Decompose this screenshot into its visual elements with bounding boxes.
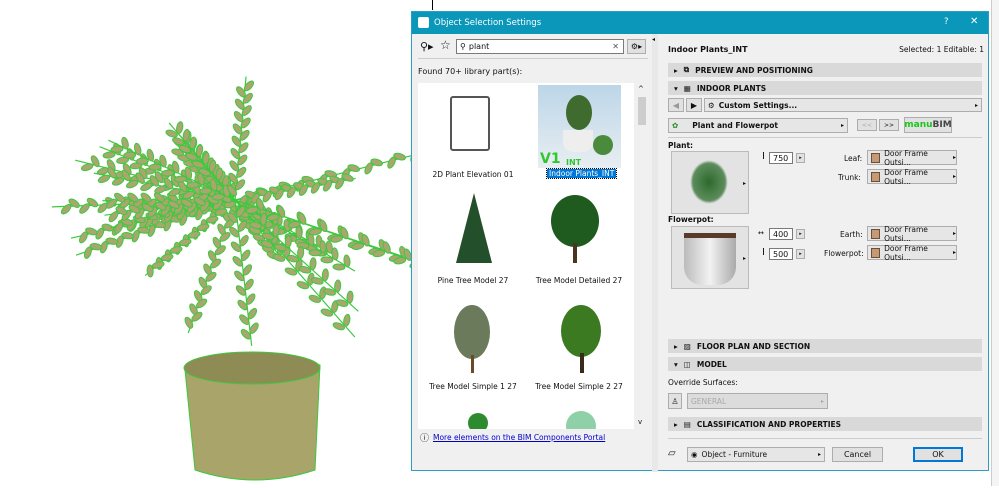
library-item-label-selected[interactable]: Indoor Plants_INT bbox=[545, 168, 618, 179]
plant-height-input[interactable]: 750 bbox=[769, 152, 793, 164]
flowerpot-label: Flowerpot: bbox=[668, 215, 714, 224]
simple-tree-1-thumbnail[interactable] bbox=[454, 305, 490, 359]
section-indoor-plants[interactable]: ▾ ▦ INDOOR PLANTS bbox=[668, 81, 982, 95]
object-selection-dialog: Object Selection Settings ? ✕ ⚲▸ ☆ ⚲ pla… bbox=[411, 11, 989, 472]
preview-icon: ⧉ bbox=[683, 65, 690, 74]
side-toolbar[interactable] bbox=[991, 0, 999, 486]
search-icon: ⚲ bbox=[460, 42, 466, 51]
search-input[interactable]: ⚲ plant ✕ bbox=[456, 39, 624, 54]
cancel-button[interactable]: Cancel bbox=[832, 447, 883, 462]
height-icon: I bbox=[762, 247, 765, 258]
close-button[interactable]: ✕ bbox=[970, 16, 978, 27]
cursor-line bbox=[432, 0, 433, 10]
info-icon: ⓘ bbox=[420, 434, 430, 444]
section-model[interactable]: ▾ ◫ MODEL bbox=[668, 357, 982, 371]
forward-button[interactable]: ▶ bbox=[686, 98, 702, 112]
trunk-surface-dropdown[interactable]: Door Frame Outsi... ▸ bbox=[867, 168, 957, 186]
trunk-label: Trunk: bbox=[838, 173, 861, 182]
favorites-star-icon[interactable]: ☆ bbox=[440, 38, 451, 52]
section-preview-positioning[interactable]: ▸ ⧉ PREVIEW AND POSITIONING bbox=[668, 63, 982, 77]
version-badge: V1 bbox=[540, 151, 561, 167]
page-dropdown[interactable]: ✿ Plant and Flowerpot ▸ bbox=[668, 118, 848, 133]
override-toggle-button[interactable]: ♙ bbox=[668, 393, 682, 409]
flowerpot-surface-dropdown[interactable]: Door Frame Outsi... ▸ bbox=[867, 244, 957, 262]
selection-info: Selected: 1 Editable: 1 bbox=[899, 45, 984, 54]
prev-page-button[interactable]: << bbox=[857, 119, 877, 131]
earth-label: Earth: bbox=[840, 230, 863, 239]
indoor-plants-thumbnail[interactable]: V1 INT bbox=[538, 85, 621, 168]
leaf-surface-dropdown[interactable]: Door Frame Outsi... ▸ bbox=[867, 149, 957, 167]
section-floor-plan[interactable]: ▸ ▨ FLOOR PLAN AND SECTION bbox=[668, 339, 982, 353]
pot-width-input[interactable]: 400 bbox=[769, 228, 793, 240]
settings-gear-button[interactable]: ⚙▸ bbox=[627, 39, 646, 54]
leaf-label: Leaf: bbox=[844, 154, 863, 163]
plant-height-menu[interactable]: ▸ bbox=[796, 153, 805, 163]
clear-search-icon[interactable]: ✕ bbox=[612, 42, 619, 51]
library-scrollbar[interactable]: ^ v bbox=[636, 83, 648, 429]
plant-icon: ✿ bbox=[672, 121, 679, 130]
pine-tree-thumbnail[interactable] bbox=[456, 193, 492, 263]
back-button[interactable]: ◀ bbox=[668, 98, 684, 112]
library-item-label[interactable]: Tree Model Simple 1 27 bbox=[418, 382, 528, 391]
library-grid[interactable]: V1 INT 2D Plant Elevation 01 Indoor Plan… bbox=[418, 83, 634, 429]
layer-icon: ▱ bbox=[668, 448, 676, 459]
object-params-icon: ▦ bbox=[683, 83, 691, 93]
next-page-button[interactable]: >> bbox=[879, 119, 899, 131]
flowerpot-preview[interactable]: ▸ bbox=[671, 226, 749, 289]
layer-dropdown[interactable]: ◉ Object - Furniture ▸ bbox=[687, 447, 825, 462]
pane-splitter[interactable]: ◂ bbox=[652, 34, 658, 472]
classification-icon: ▤ bbox=[683, 419, 691, 429]
library-item-label[interactable]: Pine Tree Model 27 bbox=[418, 276, 528, 285]
settings-icon: ⚙ bbox=[708, 100, 715, 110]
library-item-label[interactable]: Tree Model Detailed 27 bbox=[524, 276, 634, 285]
floor-plan-icon: ▨ bbox=[683, 341, 691, 351]
bim-portal-link[interactable]: More elements on the BIM Components Port… bbox=[433, 433, 605, 442]
help-button[interactable]: ? bbox=[944, 17, 949, 27]
detailed-tree-thumbnail[interactable] bbox=[551, 195, 599, 247]
pot-width-menu[interactable]: ▸ bbox=[796, 229, 805, 239]
search-value: plant bbox=[468, 42, 490, 51]
dialog-title: Object Selection Settings bbox=[434, 18, 542, 28]
section-classification[interactable]: ▸ ▤ CLASSIFICATION AND PROPERTIES bbox=[668, 417, 982, 431]
object-name: Indoor Plants_INT bbox=[668, 45, 748, 54]
model-cube-icon: ◫ bbox=[683, 359, 691, 369]
archicad-icon bbox=[418, 17, 429, 28]
height-icon: I bbox=[762, 151, 765, 162]
simple-tree-2-thumbnail[interactable] bbox=[561, 305, 601, 357]
width-icon: ↔ bbox=[758, 229, 764, 237]
pot-height-menu[interactable]: ▸ bbox=[796, 249, 805, 259]
found-count: Found 70+ library part(s): bbox=[418, 67, 523, 76]
override-label: Override Surfaces: bbox=[668, 378, 738, 387]
manubim-logo[interactable]: manu BIM bbox=[904, 117, 952, 133]
library-item-label[interactable]: Tree Model Simple 2 27 bbox=[524, 382, 634, 391]
divider bbox=[418, 58, 648, 59]
ok-button[interactable]: OK bbox=[913, 447, 963, 462]
pot-height-input[interactable]: 500 bbox=[769, 248, 793, 260]
eye-icon: ◉ bbox=[691, 450, 698, 459]
plant-preview[interactable]: ▸ bbox=[671, 151, 749, 214]
flowerpot-surface-label: Flowerpot: bbox=[824, 249, 864, 258]
earth-surface-dropdown[interactable]: Door Frame Outsi... ▸ bbox=[867, 225, 957, 243]
custom-settings-dropdown[interactable]: ⚙ Custom Settings... ▸ bbox=[704, 98, 982, 112]
version-badge-sub: INT bbox=[566, 158, 582, 167]
title-bar: Object Selection Settings ? ✕ bbox=[412, 12, 988, 34]
library-filter-icon[interactable]: ⚲▸ bbox=[420, 40, 434, 53]
2d-file-icon[interactable] bbox=[450, 96, 490, 151]
override-surface-dropdown[interactable]: GENERAL ▸ bbox=[687, 393, 828, 409]
plant-label: Plant: bbox=[668, 141, 694, 150]
library-item-label[interactable]: 2D Plant Elevation 01 bbox=[418, 170, 528, 179]
3d-viewport[interactable] bbox=[0, 0, 465, 486]
plant-3d-model bbox=[51, 76, 465, 481]
